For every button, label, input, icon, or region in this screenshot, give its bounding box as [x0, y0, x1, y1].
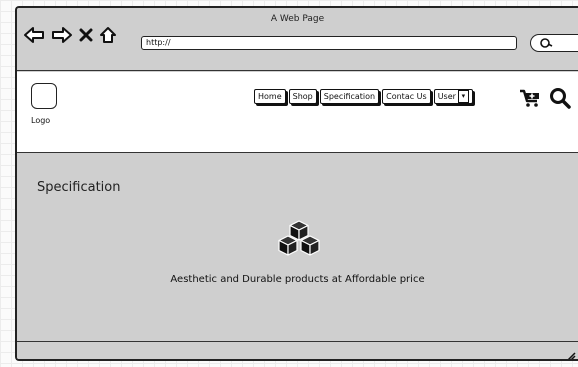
menu-shop-button[interactable]: Shop — [288, 89, 317, 104]
forward-arrow-icon[interactable] — [51, 26, 73, 44]
status-bar — [17, 341, 578, 359]
page-title: Specification — [37, 180, 121, 195]
search-icon[interactable] — [549, 87, 571, 113]
logo-label: Logo — [31, 116, 51, 125]
browser-window: A Web Page http:// Logo Home Shop Specif… — [15, 6, 578, 361]
user-dropdown[interactable]: User ▾ — [433, 89, 473, 104]
cubes-icon — [274, 219, 324, 263]
browser-search-icon — [540, 38, 553, 48]
menu-specification-button[interactable]: Specification — [319, 89, 380, 104]
chevron-down-icon: ▾ — [457, 90, 469, 103]
content-area: Specification Aesthetic and Durable prod… — [17, 153, 578, 340]
menu-contact-button[interactable]: Contac Us — [382, 89, 431, 104]
site-header: Logo Home Shop Specification Contac Us U… — [17, 72, 578, 153]
browser-search-field[interactable] — [530, 34, 578, 52]
url-bar[interactable]: http:// — [141, 36, 517, 50]
menu-home-button[interactable]: Home — [254, 89, 286, 104]
main-menu: Home Shop Specification Contac Us User ▾ — [254, 89, 473, 104]
close-icon[interactable] — [79, 27, 93, 43]
home-icon[interactable] — [99, 26, 117, 44]
back-arrow-icon[interactable] — [23, 26, 45, 44]
browser-nav — [23, 26, 117, 44]
logo-icon[interactable] — [31, 83, 57, 109]
browser-titlebar: A Web Page http:// — [17, 8, 578, 71]
user-dropdown-label: User — [437, 92, 456, 101]
tagline-text: Aesthetic and Durable products at Afford… — [170, 274, 425, 285]
window-title: A Web Page — [270, 14, 325, 24]
shopping-cart-icon[interactable] — [519, 88, 541, 112]
resize-handle-icon[interactable] — [566, 346, 576, 359]
